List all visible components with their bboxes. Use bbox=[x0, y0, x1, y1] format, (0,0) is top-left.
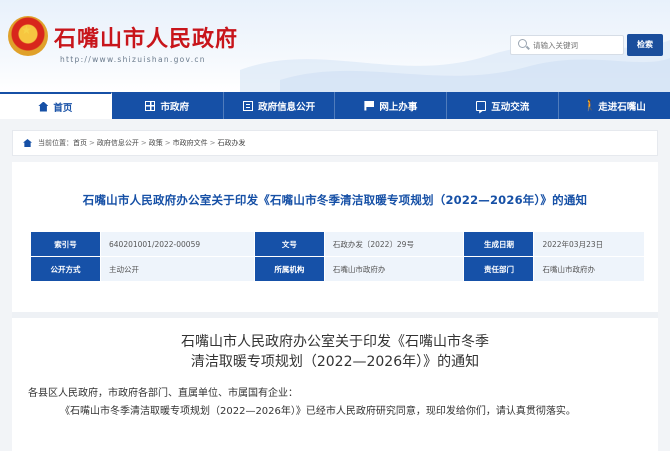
meta-key-dept: 责任部门 bbox=[463, 256, 535, 282]
nav-item-city-government[interactable]: 市政府 bbox=[112, 92, 224, 119]
search-box[interactable] bbox=[510, 35, 624, 55]
document-icon bbox=[243, 100, 254, 111]
search-icon bbox=[518, 39, 527, 48]
article-title: 石嘴山市人民政府办公室关于印发《石嘴山市冬季 清洁取暖专项规划（2022—202… bbox=[12, 332, 658, 372]
flag-icon bbox=[364, 100, 375, 111]
breadcrumb: 当前位置： 首页 > 政府信息公开 > 政策 > 市政府文件 > 石政办发 bbox=[12, 130, 658, 156]
meta-key-index: 索引号 bbox=[30, 231, 101, 257]
nav-label: 首页 bbox=[53, 102, 73, 114]
breadcrumb-link-policy[interactable]: 政策 bbox=[149, 138, 163, 148]
breadcrumb-link-info-disclosure[interactable]: 政府信息公开 bbox=[97, 138, 139, 148]
breadcrumb-link-home[interactable]: 首页 bbox=[73, 138, 87, 148]
chat-icon bbox=[476, 100, 487, 111]
site-title: 石嘴山市人民政府 bbox=[54, 26, 239, 52]
article-paragraph-salutation: 各县区人民政府，市政府各部门、直属单位、市属国有企业： bbox=[28, 388, 298, 399]
breadcrumb-separator: > bbox=[140, 139, 147, 147]
national-emblem-logo: ★ bbox=[8, 16, 48, 56]
breadcrumb-separator: > bbox=[164, 139, 171, 147]
meta-key-date: 生成日期 bbox=[463, 231, 535, 257]
walk-icon: 🚶 bbox=[583, 98, 597, 112]
search-input[interactable] bbox=[533, 38, 621, 52]
nav-item-online-services[interactable]: 网上办事 bbox=[335, 92, 448, 119]
nav-label: 互动交流 bbox=[491, 101, 530, 113]
search-button[interactable]: 检索 bbox=[627, 34, 663, 56]
site-header: ★ 石嘴山市人民政府 http://www.shizuishan.gov.cn … bbox=[0, 0, 670, 92]
meta-key-open-method: 公开方式 bbox=[30, 256, 101, 282]
main-nav: 首页 市政府 政府信息公开 网上办事 互动交流 🚶 走进石嘴山 bbox=[0, 92, 670, 119]
article-paragraph-body: 《石嘴山市冬季清洁取暖专项规划（2022—2026年）》已经市人民政府研究同意，… bbox=[60, 406, 576, 417]
nav-item-info-disclosure[interactable]: 政府信息公开 bbox=[224, 92, 336, 119]
site-url: http://www.shizuishan.gov.cn bbox=[60, 55, 206, 64]
breadcrumb-separator: > bbox=[89, 139, 95, 147]
nav-item-about-city[interactable]: 🚶 走进石嘴山 bbox=[559, 92, 670, 119]
breadcrumb-link-current[interactable]: 石政办发 bbox=[218, 138, 246, 148]
meta-value-open-method: 主动公开 bbox=[100, 256, 255, 282]
meta-value-org: 石嘴山市政府办 bbox=[323, 256, 465, 282]
home-icon bbox=[38, 101, 49, 112]
breadcrumb-separator: > bbox=[209, 139, 216, 147]
meta-key-docno: 文号 bbox=[253, 231, 325, 257]
grid-icon bbox=[145, 100, 156, 111]
meta-value-dept: 石嘴山市政府办 bbox=[533, 256, 645, 282]
nav-item-interaction[interactable]: 互动交流 bbox=[447, 92, 560, 119]
meta-value-date: 2022年03月23日 bbox=[533, 231, 645, 257]
article-title-line-2: 清洁取暖专项规划（2022—2026年）》的通知 bbox=[190, 354, 480, 370]
article-body: 石嘴山市人民政府办公室关于印发《石嘴山市冬季 清洁取暖专项规划（2022—202… bbox=[12, 312, 658, 451]
document-info-panel: 石嘴山市人民政府办公室关于印发《石嘴山市冬季清洁取暖专项规划（2022—2026… bbox=[12, 162, 658, 312]
nav-label: 走进石嘴山 bbox=[598, 101, 646, 113]
home-icon bbox=[23, 139, 32, 147]
document-title: 石嘴山市人民政府办公室关于印发《石嘴山市冬季清洁取暖专项规划（2022—2026… bbox=[82, 193, 588, 207]
meta-value-index: 640201001/2022-00059 bbox=[100, 231, 255, 257]
article-title-line-1: 石嘴山市人民政府办公室关于印发《石嘴山市冬季 bbox=[181, 334, 489, 350]
breadcrumb-link-city-docs[interactable]: 市政府文件 bbox=[173, 138, 208, 148]
nav-label: 政府信息公开 bbox=[258, 101, 316, 113]
nav-item-home[interactable]: 首页 bbox=[0, 92, 112, 119]
nav-label: 网上办事 bbox=[379, 101, 418, 113]
meta-value-docno: 石政办发〔2022〕29号 bbox=[323, 231, 465, 257]
nav-label: 市政府 bbox=[160, 101, 189, 113]
meta-key-org: 所属机构 bbox=[253, 256, 325, 282]
breadcrumb-prefix: 当前位置： bbox=[38, 139, 73, 147]
document-meta-table: 索引号 640201001/2022-00059 文号 石政办发〔2022〕29… bbox=[30, 231, 645, 282]
